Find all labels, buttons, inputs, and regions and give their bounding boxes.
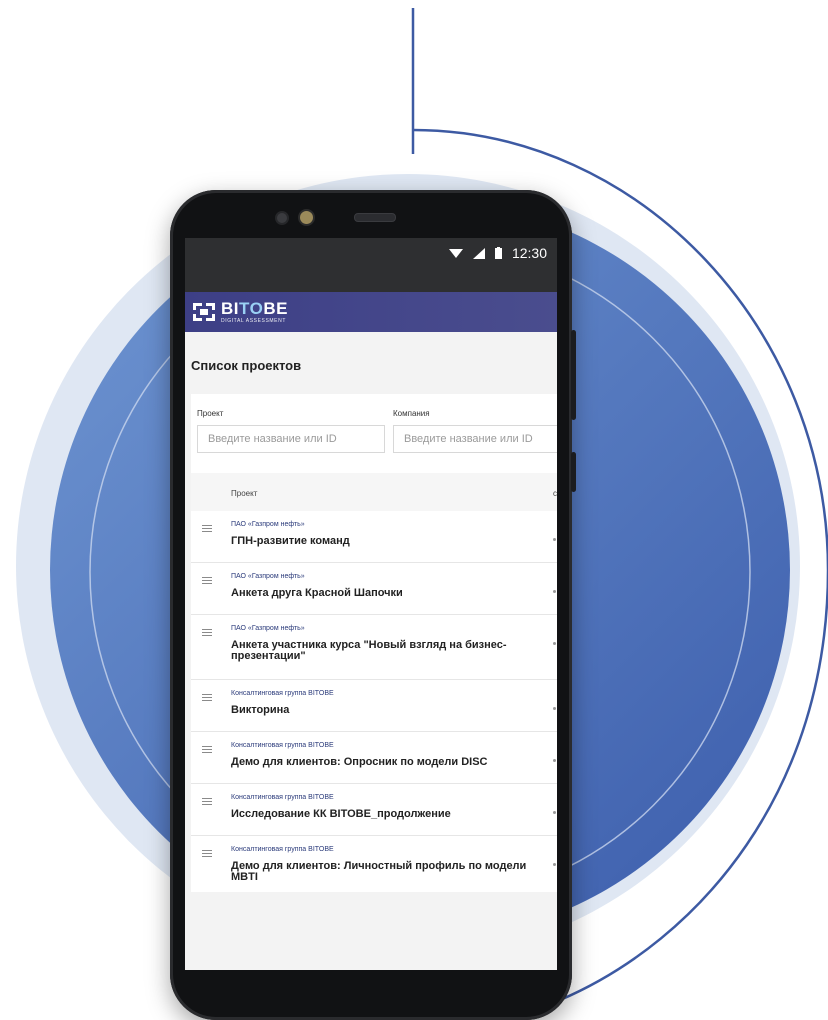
- status-time: 12:30: [511, 245, 547, 261]
- table-row[interactable]: Консалтинговая группа BITOBE Демо для кл…: [191, 836, 557, 892]
- drag-handle-icon[interactable]: [202, 746, 212, 755]
- status-bar: 12:30: [185, 238, 557, 292]
- projects-table: Проект с ПАО «Газпром нефть» ГПН-развити…: [191, 473, 557, 892]
- row-project-name[interactable]: Демо для клиентов: Личностный профиль по…: [231, 861, 531, 883]
- battery-icon: [494, 247, 502, 259]
- drag-handle-icon[interactable]: [202, 629, 212, 638]
- row-indicator: [553, 811, 556, 814]
- app-header: BITOBE DIGITAL ASSESSMENT: [185, 292, 557, 332]
- row-company: Консалтинговая группа BITOBE: [231, 690, 334, 697]
- signal-icon: [472, 247, 485, 259]
- row-indicator: [553, 863, 556, 866]
- drag-handle-icon[interactable]: [202, 850, 212, 859]
- phone-screen: 12:30 BITOBE DIGITAL ASSESSMENT Список п: [185, 238, 557, 970]
- company-search-input[interactable]: Введите название или ID: [393, 425, 557, 453]
- drag-handle-icon[interactable]: [202, 798, 212, 807]
- sensor-icon: [275, 211, 289, 225]
- drag-handle-icon[interactable]: [202, 577, 212, 586]
- company-filter-label: Компания: [393, 409, 430, 418]
- wifi-icon: [448, 248, 463, 258]
- row-company: ПАО «Газпром нефть»: [231, 625, 305, 632]
- row-company: ПАО «Газпром нефть»: [231, 521, 305, 528]
- filters-panel: Проект Введите название или ID Компания …: [191, 394, 557, 473]
- row-indicator: [553, 759, 556, 762]
- table-row[interactable]: ПАО «Газпром нефть» Анкета участника кур…: [191, 615, 557, 680]
- drag-handle-icon[interactable]: [202, 694, 212, 703]
- row-indicator: [553, 538, 556, 541]
- row-company: ПАО «Газпром нефть»: [231, 573, 305, 580]
- speaker-grille: [354, 213, 396, 222]
- table-row[interactable]: Консалтинговая группа BITOBE Исследовани…: [191, 784, 557, 836]
- phone-frame: 12:30 BITOBE DIGITAL ASSESSMENT Список п: [170, 190, 576, 1020]
- table-header: Проект с: [191, 473, 557, 511]
- table-row[interactable]: ПАО «Газпром нефть» ГПН-развитие команд: [191, 511, 557, 563]
- row-indicator: [553, 590, 556, 593]
- camera-icon: [298, 209, 315, 226]
- row-company: Консалтинговая группа BITOBE: [231, 794, 334, 801]
- row-project-name[interactable]: Викторина: [231, 705, 531, 716]
- row-indicator: [553, 642, 556, 645]
- row-company: Консалтинговая группа BITOBE: [231, 742, 334, 749]
- project-filter-label: Проект: [197, 409, 224, 418]
- brand-name: BITOBE: [221, 299, 288, 318]
- table-row[interactable]: Консалтинговая группа BITOBE Викторина: [191, 680, 557, 732]
- phone-sensors: [170, 190, 572, 238]
- table-row[interactable]: ПАО «Газпром нефть» Анкета друга Красной…: [191, 563, 557, 615]
- brand-tagline: DIGITAL ASSESSMENT: [221, 318, 286, 324]
- row-project-name[interactable]: Анкета участника курса "Новый взгляд на …: [231, 640, 531, 662]
- table-row[interactable]: Консалтинговая группа BITOBE Демо для кл…: [191, 732, 557, 784]
- column-header-second[interactable]: с: [553, 489, 557, 498]
- phone-side-button: [571, 452, 576, 492]
- brand[interactable]: BITOBE DIGITAL ASSESSMENT: [221, 300, 288, 324]
- project-search-input[interactable]: Введите название или ID: [197, 425, 385, 453]
- column-header-project[interactable]: Проект: [231, 489, 257, 498]
- page-title: Список проектов: [191, 358, 302, 373]
- bitobe-logo-icon[interactable]: [193, 303, 215, 321]
- phone-side-button: [571, 330, 576, 420]
- row-project-name[interactable]: Исследование КК BITOBE_продолжение: [231, 809, 531, 820]
- drag-handle-icon[interactable]: [202, 525, 212, 534]
- main-content: Список проектов Проект Введите название …: [185, 332, 557, 970]
- row-project-name[interactable]: ГПН-развитие команд: [231, 536, 531, 547]
- row-project-name[interactable]: Анкета друга Красной Шапочки: [231, 588, 531, 599]
- row-company: Консалтинговая группа BITOBE: [231, 846, 334, 853]
- row-project-name[interactable]: Демо для клиентов: Опросник по модели DI…: [231, 757, 531, 768]
- row-indicator: [553, 707, 556, 710]
